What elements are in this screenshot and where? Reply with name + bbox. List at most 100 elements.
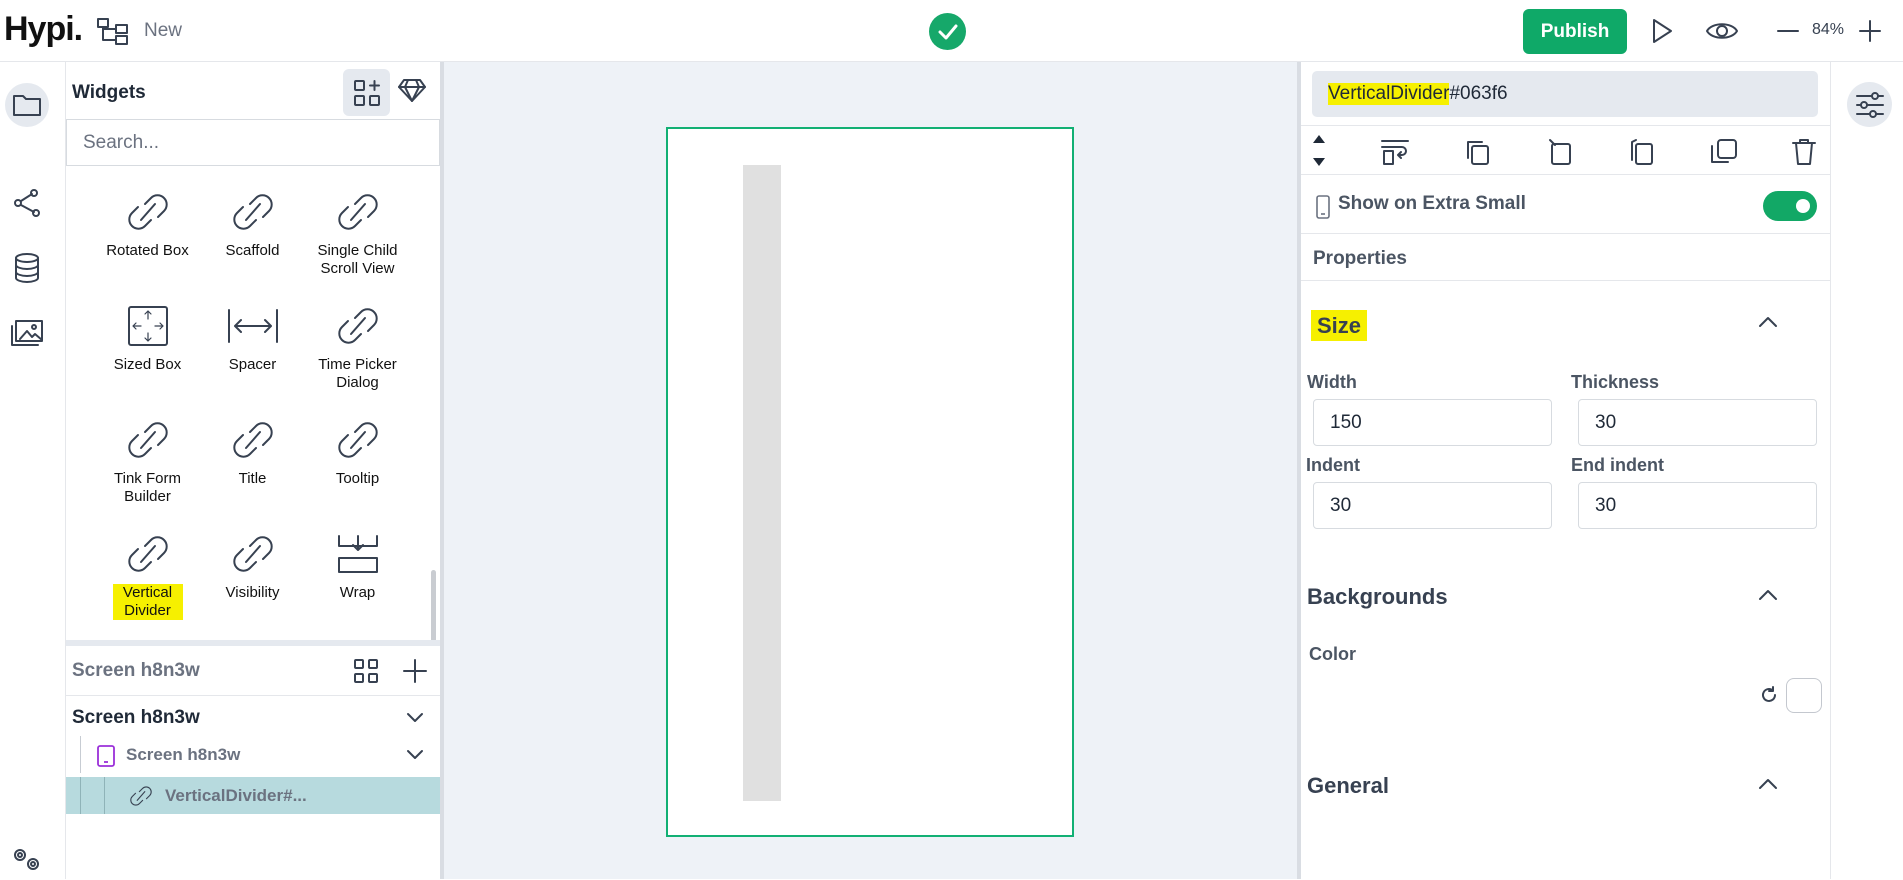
tree-node-label: Screen h8n3w	[72, 706, 200, 728]
color-label: Color	[1309, 644, 1356, 664]
chevron-up-icon[interactable]	[1757, 587, 1779, 603]
general-section-title[interactable]: General	[1307, 773, 1389, 799]
spacer-icon	[227, 309, 278, 343]
images-icon	[10, 319, 44, 347]
zoom-in-icon[interactable]	[1857, 17, 1883, 45]
gears-icon	[10, 843, 44, 873]
thickness-input[interactable]	[1578, 399, 1817, 446]
widget-scaffold[interactable]: Scaffold	[200, 190, 305, 260]
wrap-widget-icon[interactable]	[1380, 138, 1410, 166]
widget-label: Tink Form Builder	[114, 470, 181, 505]
widget-sized-box[interactable]: Sized Box	[95, 304, 200, 374]
device-icon	[96, 744, 116, 768]
show-on-extra-small-toggle[interactable]	[1763, 191, 1817, 221]
nodes-icon	[12, 188, 42, 218]
background-color-swatch[interactable]	[1786, 678, 1822, 713]
widget-spacer[interactable]: Spacer	[200, 304, 305, 374]
new-label: New	[144, 20, 183, 41]
tree-node-vertical-divider[interactable]: VerticalDivider#...	[66, 777, 440, 814]
link-icon	[232, 422, 273, 458]
chevron-up-icon[interactable]	[1757, 314, 1779, 330]
widget-time-picker-dialog[interactable]: Time Picker Dialog	[305, 304, 410, 392]
link-icon	[126, 784, 156, 808]
add-screen-icon[interactable]	[402, 658, 428, 684]
end-indent-input[interactable]	[1578, 482, 1817, 529]
thickness-label: Thickness	[1571, 372, 1660, 392]
screen-frame[interactable]	[666, 127, 1074, 837]
link-icon	[232, 194, 273, 230]
new-project-button[interactable]: New	[96, 17, 182, 45]
size-section-title[interactable]: Size	[1305, 310, 1373, 341]
widget-label: Visibility	[225, 584, 280, 601]
selected-widget-id: #063f6	[1449, 83, 1508, 104]
widgets-scrollbar[interactable]	[431, 570, 436, 642]
tree-node-label: VerticalDivider#...	[165, 785, 307, 805]
play-icon[interactable]	[1649, 17, 1675, 45]
widget-label: Rotated Box	[106, 242, 189, 259]
tree-node-screen[interactable]: Screen h8n3w	[66, 736, 440, 773]
workflow-nav-button[interactable]	[5, 181, 49, 225]
widget-wrap[interactable]: Wrap	[305, 532, 410, 602]
project-tree-icon	[96, 17, 130, 45]
link-icon	[337, 194, 378, 230]
database-nav-button[interactable]	[5, 246, 49, 290]
widget-label: Tooltip	[335, 470, 380, 487]
width-input[interactable]	[1313, 399, 1552, 446]
chevron-up-icon[interactable]	[1757, 776, 1779, 792]
properties-panel: VerticalDivider #063f6 Show on Extra Sma…	[1301, 62, 1831, 879]
tree-grid-icon[interactable]	[353, 658, 379, 684]
move-down-icon[interactable]	[1312, 157, 1326, 167]
widget-label: Single Child Scroll View	[317, 242, 398, 277]
duplicate-icon[interactable]	[1708, 138, 1738, 166]
chevron-down-icon[interactable]	[406, 747, 424, 761]
delete-trash-icon[interactable]	[1791, 138, 1817, 166]
widget-single-child-scroll-view[interactable]: Single Child Scroll View	[305, 190, 410, 278]
preview-eye-icon[interactable]	[1705, 17, 1739, 45]
link-icon	[337, 422, 378, 458]
properties-settings-button[interactable]	[1847, 82, 1892, 127]
app-settings-button[interactable]	[5, 836, 49, 880]
phone-icon	[1315, 194, 1331, 220]
vertical-divider-preview[interactable]	[743, 165, 781, 801]
copy-disabled-icon[interactable]	[1464, 138, 1492, 166]
premium-diamond-icon[interactable]	[398, 77, 426, 103]
widget-title[interactable]: Title	[200, 418, 305, 488]
properties-heading: Properties	[1313, 248, 1407, 269]
link-icon	[337, 308, 378, 344]
publish-button[interactable]: Publish	[1523, 9, 1627, 54]
reset-color-icon[interactable]	[1759, 685, 1779, 705]
cut-icon[interactable]	[1547, 138, 1575, 166]
move-up-icon[interactable]	[1312, 134, 1326, 144]
link-icon	[127, 536, 168, 572]
screen-tree-panel: Screen h8n3w Screen h8n3w Screen h8n3w V…	[66, 646, 440, 879]
backgrounds-section-title[interactable]: Backgrounds	[1307, 584, 1448, 610]
width-label: Width	[1307, 372, 1357, 392]
zoom-level: 84%	[1812, 21, 1845, 38]
link-icon	[127, 194, 168, 230]
tree-node-screen-root[interactable]: Screen h8n3w	[66, 699, 440, 736]
zoom-out-icon[interactable]	[1775, 17, 1801, 45]
chevron-down-icon[interactable]	[406, 710, 424, 724]
selected-widget-name[interactable]: VerticalDivider #063f6	[1312, 71, 1818, 117]
saved-status-icon	[929, 13, 966, 50]
end-indent-label: End indent	[1571, 455, 1664, 475]
selected-widget-name-highlight: VerticalDivider	[1328, 83, 1450, 105]
copy-icon[interactable]	[1628, 138, 1656, 166]
widget-vertical-divider[interactable]: Vertical Divider	[95, 532, 200, 620]
widget-tink-form-builder[interactable]: Tink Form Builder	[95, 418, 200, 506]
widgets-nav-button[interactable]	[5, 83, 49, 127]
media-nav-button[interactable]	[5, 311, 49, 355]
widgets-title: Widgets	[72, 82, 146, 103]
sliders-icon	[1855, 91, 1885, 119]
widget-search-input[interactable]	[66, 119, 440, 166]
indent-input[interactable]	[1313, 482, 1552, 529]
widgets-panel: Widgets Rotated Box Scaffold Single Chil…	[66, 62, 440, 644]
widget-label: Time Picker Dialog	[318, 356, 397, 391]
visibility-row: Show on Extra Small	[1301, 176, 1831, 234]
link-icon	[127, 422, 168, 458]
widgets-tab[interactable]	[343, 69, 390, 116]
widget-tooltip[interactable]: Tooltip	[305, 418, 410, 488]
hypi-logo[interactable]: Hypi.	[4, 10, 83, 49]
widget-visibility[interactable]: Visibility	[200, 532, 305, 602]
widget-rotated-box[interactable]: Rotated Box	[95, 190, 200, 260]
